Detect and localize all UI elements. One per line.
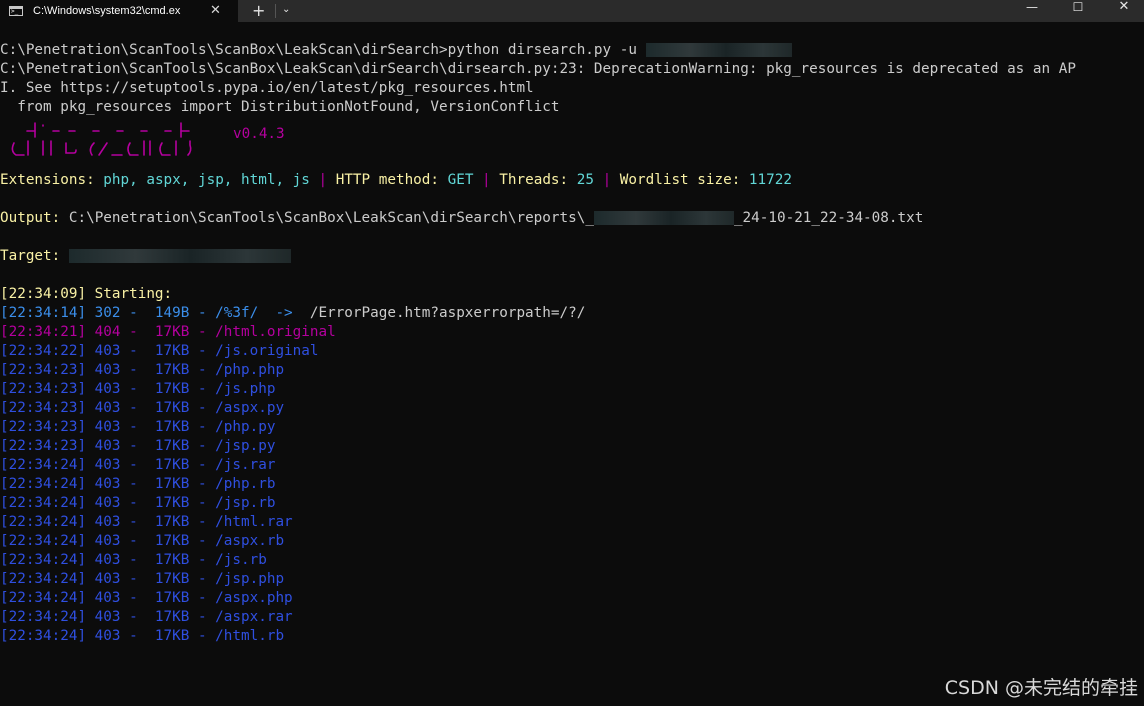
chevron-down-icon[interactable]: ⌄ [282, 0, 290, 22]
command-text: C:\Penetration\ScanTools\ScanBox\LeakSca… [0, 42, 646, 58]
result-text: [22:34:23] 403 - 17KB - /aspx.py [0, 400, 285, 416]
results-list: [22:34:14] 302 - 149B - /%3f/ -> /ErrorP… [0, 304, 1144, 646]
result-row: [22:34:24] 403 - 17KB - /jsp.rb [0, 494, 1144, 513]
watermark: CSDN @未完结的牵挂 [944, 677, 1138, 699]
result-row: [22:34:24] 403 - 17KB - /jsp.php [0, 570, 1144, 589]
result-row: [22:34:22] 403 - 17KB - /js.original [0, 342, 1144, 361]
result-text: [22:34:24] 403 - 17KB - /aspx.rar [0, 609, 293, 625]
result-text: [22:34:23] 403 - 17KB - /js.php [0, 381, 276, 397]
starting-line: [22:34:09] Starting: [0, 286, 173, 302]
result-text: [22:34:14] 302 - 149B - /%3f/ -> [0, 305, 310, 321]
result-text: [22:34:24] 403 - 17KB - /js.rb [0, 552, 267, 568]
result-text: [22:34:24] 403 - 17KB - /jsp.php [0, 571, 285, 587]
result-row: [22:34:23] 403 - 17KB - /aspx.py [0, 399, 1144, 418]
version-label: v0.4.3 [233, 126, 285, 142]
result-row: [22:34:24] 403 - 17KB - /aspx.php [0, 589, 1144, 608]
separator: | [309, 172, 336, 188]
threads-label: Threads: [499, 172, 577, 188]
close-window-button[interactable]: ✕ [1101, 0, 1144, 22]
warning-line-2: I. See https://setuptools.pypa.io/en/lat… [0, 80, 534, 96]
redacted-target-name [593, 211, 734, 225]
result-row: [22:34:23] 403 - 17KB - /js.php [0, 380, 1144, 399]
result-row: [22:34:24] 403 - 17KB - /html.rar [0, 513, 1144, 532]
http-method-label: HTTP method: [335, 172, 448, 188]
threads-value: 25 [576, 172, 594, 188]
result-text: [22:34:24] 403 - 17KB - /php.rb [0, 476, 276, 492]
result-row: [22:34:24] 403 - 17KB - /php.rb [0, 475, 1144, 494]
result-text: [22:34:24] 403 - 17KB - /js.rar [0, 457, 276, 473]
result-row: [22:34:24] 403 - 17KB - /aspx.rb [0, 532, 1144, 551]
result-row: [22:34:23] 403 - 17KB - /jsp.py [0, 437, 1144, 456]
target-label: Target: [0, 248, 69, 264]
redacted-url [645, 43, 792, 57]
warning-line-3: from pkg_resources import DistributionNo… [0, 99, 560, 115]
result-text: [22:34:23] 403 - 17KB - /php.py [0, 419, 276, 435]
result-row: [22:34:21] 404 - 17KB - /html.original [0, 323, 1144, 342]
separator: | [473, 172, 500, 188]
title-bar: C:\Windows\system32\cmd.ex ✕ + ⌄ — ☐ ✕ [0, 0, 1144, 22]
result-row: [22:34:24] 403 - 17KB - /js.rb [0, 551, 1144, 570]
result-row: [22:34:14] 302 - 149B - /%3f/ -> /ErrorP… [0, 304, 1144, 323]
result-text: [22:34:23] 403 - 17KB - /jsp.py [0, 438, 276, 454]
separator: | [593, 172, 620, 188]
result-row: [22:34:24] 403 - 17KB - /aspx.rar [0, 608, 1144, 627]
tab-cmd[interactable]: C:\Windows\system32\cmd.ex ✕ [0, 0, 238, 22]
terminal-output[interactable]: C:\Penetration\ScanTools\ScanBox\LeakSca… [0, 41, 1144, 646]
result-text: [22:34:22] 403 - 17KB - /js.original [0, 343, 319, 359]
maximize-button[interactable]: ☐ [1055, 0, 1101, 22]
dirsearch-ascii-logo [11, 122, 192, 156]
tab-divider [275, 4, 276, 18]
warning-line-1: C:\Penetration\ScanTools\ScanBox\LeakSca… [0, 61, 1076, 77]
redirect-target: /ErrorPage.htm?aspxerrorpath=/?/ [309, 305, 586, 321]
result-row: [22:34:23] 403 - 17KB - /php.php [0, 361, 1144, 380]
wordlist-value: 11722 [748, 172, 792, 188]
target-line: Target: [0, 247, 1144, 266]
extensions-value: php, aspx, jsp, html, js [103, 172, 310, 188]
result-text: [22:34:21] 404 - 17KB - /html.original [0, 324, 336, 340]
output-path-suffix: _24-10-21_22-34-08.txt [733, 210, 924, 226]
close-tab-icon[interactable]: ✕ [210, 1, 221, 21]
minimize-button[interactable]: — [1009, 0, 1055, 22]
result-row: [22:34:24] 403 - 17KB - /html.rb [0, 627, 1144, 646]
wordlist-label: Wordlist size: [619, 172, 749, 188]
http-method-value: GET [447, 172, 474, 188]
extensions-label: Extensions: [0, 172, 104, 188]
new-tab-button[interactable]: + [252, 0, 265, 22]
redacted-target-url [68, 249, 291, 263]
config-line: Extensions: php, aspx, jsp, html, js | H… [0, 171, 1144, 190]
result-text: [22:34:24] 403 - 17KB - /jsp.rb [0, 495, 276, 511]
command-line: C:\Penetration\ScanTools\ScanBox\LeakSca… [0, 41, 1144, 60]
output-path-prefix: C:\Penetration\ScanTools\ScanBox\LeakSca… [68, 210, 594, 226]
result-row: [22:34:23] 403 - 17KB - /php.py [0, 418, 1144, 437]
output-label: Output: [0, 210, 69, 226]
result-text: [22:34:23] 403 - 17KB - /php.php [0, 362, 285, 378]
tab-title: C:\Windows\system32\cmd.ex [33, 5, 181, 17]
result-text: [22:34:24] 403 - 17KB - /aspx.rb [0, 533, 285, 549]
result-text: [22:34:24] 403 - 17KB - /html.rb [0, 628, 285, 644]
result-text: [22:34:24] 403 - 17KB - /aspx.php [0, 590, 293, 606]
cmd-icon [9, 6, 23, 16]
dirsearch-logo: v0.4.3 [0, 122, 1144, 163]
result-text: [22:34:24] 403 - 17KB - /html.rar [0, 514, 293, 530]
result-row: [22:34:24] 403 - 17KB - /js.rar [0, 456, 1144, 475]
output-line: Output: C:\Penetration\ScanTools\ScanBox… [0, 209, 1144, 228]
